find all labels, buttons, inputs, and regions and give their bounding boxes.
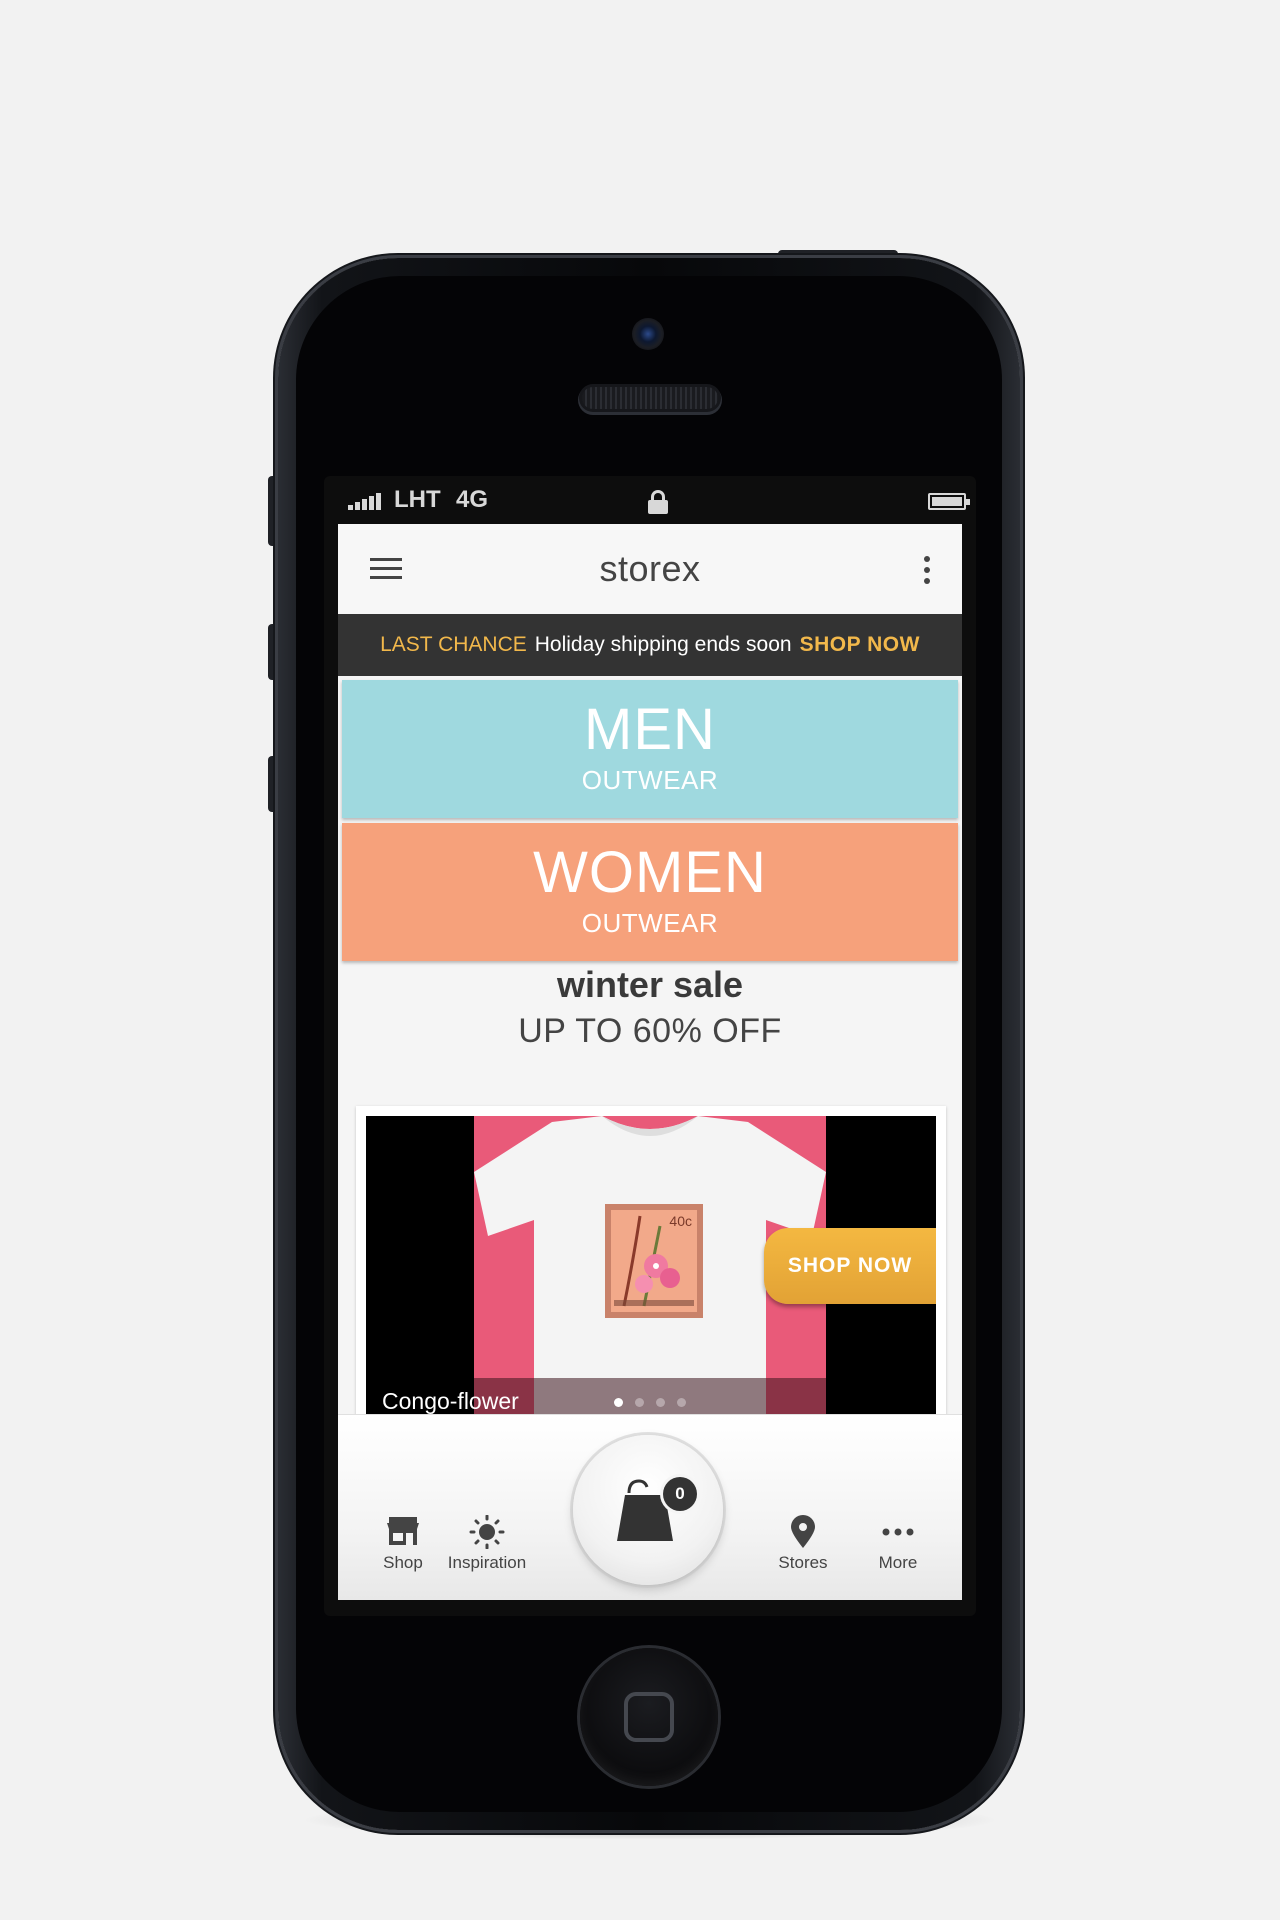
sale-subtitle: UP TO 60% OFF bbox=[518, 1012, 782, 1050]
signal-icon bbox=[348, 493, 381, 510]
sale-title: winter sale bbox=[556, 964, 744, 1005]
nav-more[interactable]: More bbox=[853, 1515, 943, 1573]
promo-banner: LAST CHANCE Holiday shipping ends soon S… bbox=[338, 614, 962, 676]
carousel-dot[interactable] bbox=[677, 1398, 686, 1407]
sun-icon bbox=[467, 1514, 507, 1550]
network-type: 4G bbox=[456, 486, 489, 513]
overflow-menu-icon[interactable] bbox=[922, 556, 932, 586]
carousel-dot[interactable] bbox=[635, 1398, 644, 1407]
category-subtitle: OUTWEAR bbox=[581, 765, 719, 795]
carrier-name: LHT bbox=[394, 486, 441, 513]
nav-inspiration[interactable]: Inspiration bbox=[423, 1514, 551, 1573]
screen: LHT 4G storex LAST CHANCE Holiday shippi… bbox=[324, 476, 976, 1616]
stamp-value: 40c bbox=[669, 1213, 692, 1229]
carousel-dot[interactable] bbox=[614, 1398, 623, 1407]
category-title: MEN bbox=[584, 697, 716, 762]
lock-icon bbox=[647, 490, 669, 514]
front-camera bbox=[632, 318, 664, 350]
category-men-outwear[interactable]: MEN OUTWEAR bbox=[342, 680, 958, 818]
store-icon bbox=[383, 1515, 423, 1549]
nav-label: More bbox=[878, 1553, 918, 1572]
product-caption: Congo-flower bbox=[382, 1388, 519, 1414]
location-pin-icon bbox=[783, 1515, 823, 1549]
carousel-shop-now-button[interactable]: SHOP NOW bbox=[764, 1228, 936, 1304]
bottom-navigation: Shop Inspiration 0 Stores More bbox=[338, 1414, 962, 1600]
carousel-indicator bbox=[614, 1398, 686, 1407]
nav-stores[interactable]: Stores bbox=[758, 1515, 848, 1573]
promo-shop-now-link[interactable]: SHOP NOW bbox=[800, 633, 920, 657]
more-dots-icon bbox=[878, 1515, 918, 1549]
earpiece-speaker bbox=[582, 387, 718, 409]
status-bar: LHT 4G bbox=[334, 476, 970, 524]
home-square-icon bbox=[624, 1692, 674, 1742]
app-title: storex bbox=[599, 548, 701, 589]
home-button[interactable] bbox=[580, 1648, 718, 1786]
app-viewport: storex LAST CHANCE Holiday shipping ends… bbox=[338, 524, 962, 1600]
carousel-dot[interactable] bbox=[656, 1398, 665, 1407]
product-carousel[interactable]: 40c SHOP NOW Congo-flower bbox=[366, 1116, 936, 1426]
battery-icon bbox=[928, 493, 970, 510]
nav-label: Inspiration bbox=[447, 1553, 527, 1572]
featured-product-card: 40c SHOP NOW Congo-flower bbox=[356, 1106, 946, 1436]
promo-message: Holiday shipping ends soon bbox=[534, 633, 792, 656]
promo-label: LAST CHANCE bbox=[380, 633, 527, 656]
cart-button[interactable]: 0 bbox=[573, 1435, 723, 1585]
category-women-outwear[interactable]: WOMEN OUTWEAR bbox=[342, 823, 958, 961]
cart-count-badge: 0 bbox=[663, 1477, 697, 1511]
category-title: WOMEN bbox=[533, 840, 767, 905]
app-bar: storex bbox=[338, 524, 962, 614]
category-subtitle: OUTWEAR bbox=[581, 908, 719, 938]
nav-label: Stores bbox=[778, 1553, 828, 1572]
